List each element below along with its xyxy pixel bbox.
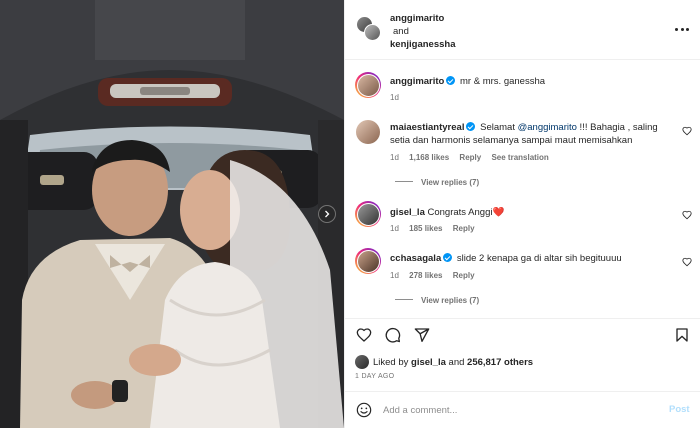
view-replies-button[interactable]: View replies (7): [395, 178, 479, 187]
mention-link[interactable]: @anggimarito: [518, 122, 577, 133]
like-comment-heart-icon[interactable]: [682, 210, 692, 220]
likes-middle: and: [445, 357, 468, 368]
collab-avatars[interactable]: [356, 16, 382, 42]
reply-button[interactable]: Reply: [459, 153, 481, 162]
verified-badge-icon: [446, 76, 456, 85]
next-slide-button[interactable]: [318, 205, 336, 223]
comment-meta: 1d 185 likes Reply: [390, 224, 483, 233]
caption-meta: 1d: [390, 93, 407, 102]
view-replies-button[interactable]: View replies (7): [395, 296, 479, 305]
comment-text: slide 2 kenapa ga di altar sih begituuuu: [456, 253, 622, 264]
comment-username[interactable]: maiaestiantyreal: [390, 122, 464, 133]
comment-meta: 1d 278 likes Reply: [390, 271, 483, 280]
like-heart-icon[interactable]: [356, 327, 372, 343]
comment-time: 1d: [390, 224, 399, 233]
coauthor-username[interactable]: kenjiganessha: [390, 39, 455, 50]
comment-input[interactable]: [383, 401, 653, 419]
avatar: [355, 355, 369, 369]
comment-2: gisel_la Congrats Anggi❤️: [390, 206, 672, 219]
caption-time: 1d: [390, 93, 399, 102]
save-bookmark-icon[interactable]: [674, 327, 690, 343]
dot-icon: [680, 27, 684, 31]
comment-likes[interactable]: 1,168 likes: [409, 153, 449, 162]
more-options-button[interactable]: [673, 22, 691, 36]
comment-text: Selamat: [480, 122, 518, 133]
comment-username[interactable]: gisel_la: [390, 207, 425, 218]
comment-avatar[interactable]: [355, 119, 381, 145]
likes-count-link[interactable]: 256,817 others: [467, 357, 533, 368]
see-translation-link[interactable]: See translation: [491, 153, 548, 162]
comment-avatar[interactable]: [355, 201, 381, 227]
verified-badge-icon: [466, 122, 476, 131]
emoji-smile-icon[interactable]: [356, 402, 372, 418]
view-replies-label: View replies (7): [421, 178, 480, 187]
share-paper-plane-icon[interactable]: [414, 327, 430, 343]
post-button[interactable]: Post: [669, 404, 690, 415]
comment-text: Congrats Anggi❤️: [427, 207, 505, 218]
likes-prefix: Liked by: [373, 357, 412, 368]
add-comment-bar: Post: [345, 391, 700, 428]
avatar: [364, 24, 381, 41]
comment-bubble-icon[interactable]: [385, 327, 401, 343]
caption-username[interactable]: anggimarito: [390, 76, 444, 87]
and-label: and: [393, 26, 409, 37]
caption-avatar[interactable]: [355, 72, 381, 98]
reply-button[interactable]: Reply: [453, 271, 475, 280]
comment-time: 1d: [390, 271, 399, 280]
likes-user-link[interactable]: gisel_la: [411, 357, 446, 368]
divider: [395, 299, 413, 300]
post-side-panel: anggimarito and kenjiganessha anggimarit…: [344, 0, 700, 428]
comment-likes[interactable]: 185 likes: [409, 224, 442, 233]
view-replies-label: View replies (7): [421, 296, 480, 305]
comment-3: cchasagala slide 2 kenapa ga di altar si…: [390, 252, 672, 265]
action-bar: [345, 318, 700, 350]
like-comment-heart-icon[interactable]: [682, 257, 692, 267]
author-username[interactable]: anggimarito: [390, 13, 444, 24]
comment-username[interactable]: cchasagala: [390, 253, 441, 264]
caption: anggimarito mr & mrs. ganessha: [390, 75, 680, 88]
reply-button[interactable]: Reply: [453, 224, 475, 233]
comment-1: maiaestiantyreal Selamat @anggimarito !!…: [390, 121, 672, 147]
dot-icon: [675, 27, 679, 31]
comment-meta: 1d 1,168 likes Reply See translation: [390, 153, 557, 162]
comment-likes[interactable]: 278 likes: [409, 271, 442, 280]
wedding-photo-image: [0, 0, 344, 428]
dot-icon: [685, 27, 689, 31]
likes-text: Liked by gisel_la and 256,817 others: [373, 357, 533, 368]
post-timestamp[interactable]: 1 DAY AGO: [355, 373, 394, 380]
like-comment-heart-icon[interactable]: [682, 126, 692, 136]
caption-text: mr & mrs. ganessha: [460, 76, 546, 87]
post-photo[interactable]: [0, 0, 344, 428]
divider: [395, 181, 413, 182]
comment-avatar[interactable]: [355, 248, 381, 274]
comments-list[interactable]: anggimarito mr & mrs. ganessha 1d maiaes…: [345, 60, 700, 315]
chevron-right-icon: [325, 210, 330, 218]
verified-badge-icon: [443, 253, 453, 262]
post-header: anggimarito and kenjiganessha: [345, 0, 700, 60]
comment-time: 1d: [390, 153, 399, 162]
